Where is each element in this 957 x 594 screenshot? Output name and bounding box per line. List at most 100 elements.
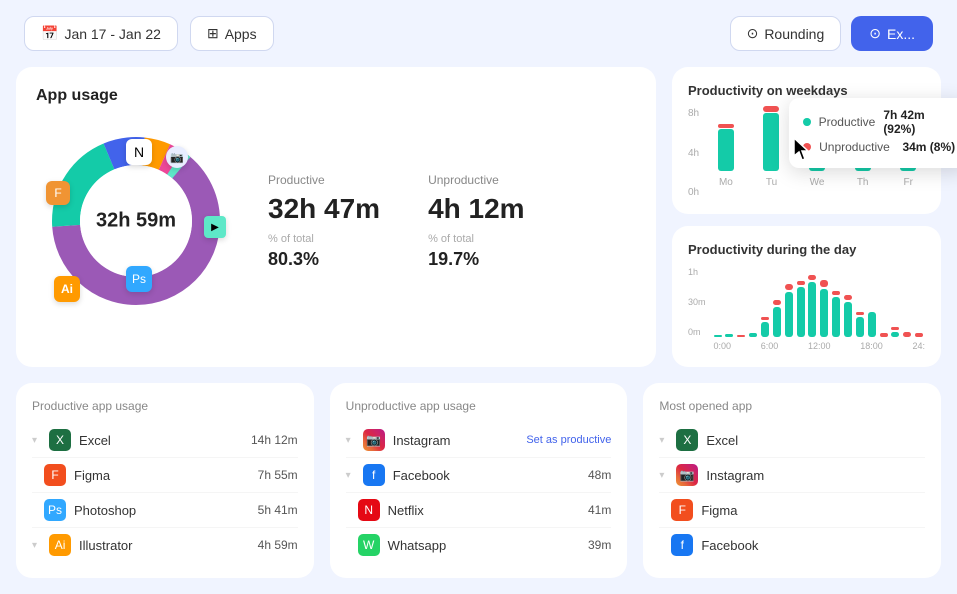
- main-content: App usage: [0, 67, 957, 383]
- stats-container: Productive 32h 47m % of total 80.3% Unpr…: [268, 173, 525, 270]
- unproductive-value: 4h 12m: [428, 193, 525, 225]
- list-item: ▾ 📷 Instagram Set as productive: [346, 423, 612, 458]
- chevron-down-icon: ▾: [346, 435, 351, 446]
- list-item: ▾ X Excel 14h 12m: [32, 423, 298, 458]
- bar-tu-teal: [763, 113, 779, 171]
- figma-icon: F: [44, 464, 66, 486]
- facebook-icon: f: [363, 464, 385, 486]
- day-bar-9: [808, 275, 818, 337]
- list-item: N Netflix 41m: [346, 493, 612, 528]
- unproductive-apps-card: Unproductive app usage ▾ 📷 Instagram Set…: [330, 383, 628, 578]
- donut-chart: N 📷 F Ai Ps ▶ 32h 59m: [36, 121, 236, 321]
- bar-mo: Mo: [709, 124, 743, 188]
- bar-mo-teal: [718, 129, 734, 171]
- day-bar-8: [797, 281, 807, 337]
- date-range-button[interactable]: 📅 Jan 17 - Jan 22: [24, 16, 178, 51]
- apps-button[interactable]: ⊞ Apps: [190, 16, 274, 51]
- rounding-button[interactable]: ⊙ Rounding: [730, 16, 842, 51]
- day-bar-15: [880, 333, 890, 337]
- day-bar-18: [915, 333, 925, 337]
- instagram-icon: 📷: [363, 429, 385, 451]
- list-item: ▾ f Facebook 48m: [346, 458, 612, 493]
- weekday-tooltip: Productive 7h 42m (92%) Unproductive 34m…: [789, 98, 957, 168]
- unproductive-label: Unproductive: [428, 173, 525, 187]
- instagram-icon: 📷: [676, 464, 698, 486]
- rounding-icon: ⊙: [747, 25, 759, 42]
- list-item: F Figma 7h 55m: [32, 458, 298, 493]
- app-usage-panel: App usage: [16, 67, 656, 367]
- weekday-bars-wrapper: Mo Tu: [709, 108, 925, 198]
- day-bar-13: [856, 312, 866, 337]
- tooltip-productive-dot: [803, 118, 810, 126]
- productive-percent: 80.3%: [268, 249, 380, 270]
- day-chart-title: Productivity during the day: [688, 242, 925, 257]
- most-opened-card: Most opened app ▾ X Excel ▾ 📷 Instagram …: [643, 383, 941, 578]
- day-chart-card: Productivity during the day 1h 30m 0m: [672, 226, 941, 367]
- most-opened-title: Most opened app: [659, 399, 925, 413]
- bar-mo-stack: [709, 124, 743, 171]
- bar-mo-red: [718, 124, 734, 128]
- excel-icon: X: [676, 429, 698, 451]
- chevron-down-icon: ▾: [659, 435, 664, 446]
- day-bar-11: [832, 291, 842, 337]
- day-bar-14: [868, 312, 878, 337]
- list-item: W Whatsapp 39m: [346, 528, 612, 562]
- day-y-axis: 1h 30m 0m: [688, 267, 706, 337]
- notion-icon: N: [126, 139, 152, 165]
- photoshop-icon: Ps: [44, 499, 66, 521]
- tooltip-unproductive-row: Unproductive 34m (8%): [803, 140, 955, 154]
- figma-donut-icon: F: [46, 181, 70, 205]
- facebook-icon: f: [671, 534, 693, 556]
- set-productive-button[interactable]: Set as productive: [526, 434, 611, 446]
- tooltip-productive-row: Productive 7h 42m (92%): [803, 108, 955, 136]
- unproductive-percent-label: % of total: [428, 233, 525, 245]
- export-label: Ex...: [887, 26, 915, 42]
- chevron-down-icon: ▾: [346, 470, 351, 481]
- chevron-down-icon: ▾: [659, 470, 664, 481]
- productive-stat: Productive 32h 47m % of total 80.3%: [268, 173, 380, 270]
- instagram-donut-icon: 📷: [166, 146, 188, 168]
- day-bar-1: [714, 335, 724, 337]
- illustrator-icon: Ai: [49, 534, 71, 556]
- productive-value: 32h 47m: [268, 193, 380, 225]
- productive-label: Productive: [268, 173, 380, 187]
- apps-icon: ⊞: [207, 25, 219, 42]
- other-donut-icon: ▶: [204, 216, 226, 238]
- list-item: ▾ X Excel: [659, 423, 925, 458]
- list-item: ▾ 📷 Instagram: [659, 458, 925, 493]
- header: 📅 Jan 17 - Jan 22 ⊞ Apps ⊙ Rounding ⊙ Ex…: [0, 0, 957, 67]
- tooltip-unproductive-dot: [803, 143, 811, 151]
- weekday-chart-title: Productivity on weekdays: [688, 83, 925, 98]
- day-bars-wrapper: 0:00 6:00 12:00 18:00 24:: [714, 267, 925, 351]
- list-item: Ps Photoshop 5h 41m: [32, 493, 298, 528]
- weekday-chart-card: Productivity on weekdays 8h 4h 0h: [672, 67, 941, 214]
- day-chart-area: 1h 30m 0m: [688, 267, 925, 351]
- day-bar-3: [737, 335, 747, 337]
- unproductive-stat: Unproductive 4h 12m % of total 19.7%: [428, 173, 525, 270]
- productive-percent-label: % of total: [268, 233, 380, 245]
- ps-donut-icon: Ps: [126, 266, 152, 292]
- tooltip-productive-label: Productive: [819, 115, 876, 129]
- apps-label: Apps: [225, 26, 257, 42]
- productive-apps-title: Productive app usage: [32, 399, 298, 413]
- unproductive-apps-title: Unproductive app usage: [346, 399, 612, 413]
- day-bar-12: [844, 295, 854, 337]
- weekday-chart-area: 8h 4h 0h Mo: [688, 108, 925, 198]
- day-bar-16: [891, 327, 901, 337]
- list-item: f Facebook: [659, 528, 925, 562]
- bar-tu: Tu: [755, 106, 789, 188]
- day-bar-17: [903, 332, 913, 337]
- date-range-label: Jan 17 - Jan 22: [64, 26, 161, 42]
- day-bar-2: [725, 334, 735, 337]
- tooltip-unproductive-value: 34m (8%): [902, 140, 955, 154]
- day-bar-6: [773, 300, 783, 337]
- day-bar-4: [749, 333, 759, 337]
- app-usage-title: App usage: [36, 87, 636, 105]
- export-icon: ⊙: [869, 25, 881, 42]
- day-bar-5: [761, 317, 771, 337]
- chevron-down-icon: ▾: [32, 540, 37, 551]
- list-item: F Figma: [659, 493, 925, 528]
- productive-apps-card: Productive app usage ▾ X Excel 14h 12m F…: [16, 383, 314, 578]
- export-button[interactable]: ⊙ Ex...: [851, 16, 933, 51]
- day-bar-10: [820, 280, 830, 337]
